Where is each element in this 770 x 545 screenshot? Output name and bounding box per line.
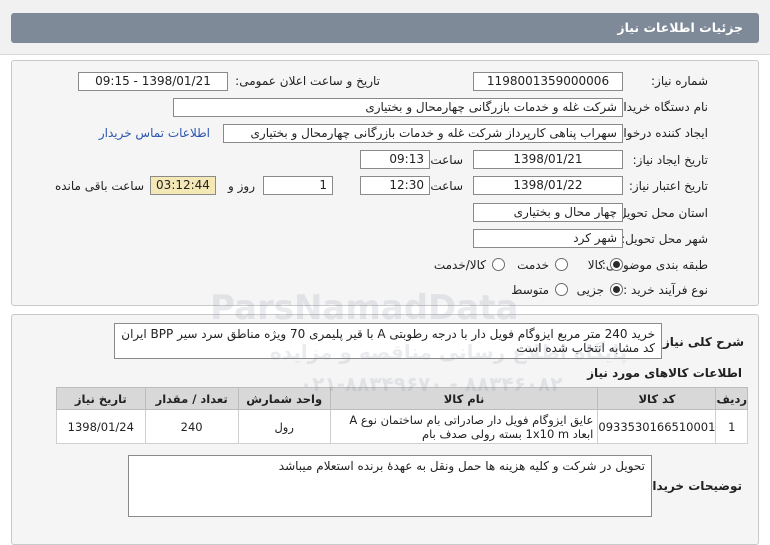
row-number: 1 <box>715 409 748 444</box>
title-bar: جزئیات اطلاعات نیاز <box>11 13 759 43</box>
col-unit: واحد شمارش <box>237 387 331 410</box>
items-table-header: ردیف کد کالا نام کالا واحد شمارش تعداد /… <box>56 387 748 410</box>
remaining-time-field: 03:12:44 <box>150 176 216 195</box>
process-label: نوع فرآیند خرید : <box>623 283 708 297</box>
items-table: ردیف کد کالا نام کالا واحد شمارش تعداد /… <box>56 387 748 444</box>
category-goods-service-label: کالا/خدمت <box>433 258 486 272</box>
province-field: چهار محال و بختیاری <box>473 203 623 222</box>
validity-time-field: 12:30 <box>360 176 430 195</box>
process-medium-label: متوسط <box>511 283 549 297</box>
buyer-field: شرکت غله و خدمات بازرگانی چهارمحال و بخت… <box>173 98 623 117</box>
buyer-notes-text: تحویل در شرکت و کلیه هزینه ها حمل ونقل ب… <box>128 455 652 517</box>
category-service-radio[interactable] <box>555 258 568 271</box>
row-code: 0933530166510001 <box>597 409 717 444</box>
row-name: عایق ایزوگام فویل دار صادراتی بام ساختما… <box>329 409 599 444</box>
validity-time-label: ساعت <box>430 179 463 193</box>
summary-text: خرید 240 متر مربع ایزوگام فویل دار با در… <box>114 323 662 359</box>
page-title: جزئیات اطلاعات نیاز <box>617 20 743 35</box>
created-date-field: 1398/01/21 <box>473 150 623 169</box>
table-row: 1 0933530166510001 عایق ایزوگام فویل دار… <box>56 409 748 444</box>
city-field: شهر کرد <box>473 229 623 248</box>
col-row: ردیف <box>715 387 748 410</box>
category-goods-service-radio[interactable] <box>492 258 505 271</box>
remaining-label: ساعت باقی مانده <box>54 179 144 193</box>
page-header: جزئیات اطلاعات نیاز <box>0 0 770 55</box>
province-label: استان محل تحویل: <box>613 206 708 220</box>
need-details-panel: شماره نیاز: 1198001359000006 تاریخ و ساع… <box>11 60 759 306</box>
created-time-label: ساعت <box>430 153 463 167</box>
items-panel: شرح کلی نیاز: خرید 240 متر مربع ایزوگام … <box>11 314 759 545</box>
category-goods-label: کالا <box>587 258 604 272</box>
buyer-contact-link[interactable]: اطلاعات تماس خریدار <box>99 126 210 140</box>
category-service-label: خدمت <box>517 258 549 272</box>
row-unit: رول <box>237 409 331 444</box>
created-time-field: 09:13 <box>360 150 430 169</box>
remaining-days-field: 1 <box>263 176 333 195</box>
need-number-field: 1198001359000006 <box>473 72 623 91</box>
col-date: تاریخ نیاز <box>56 387 146 410</box>
process-medium-radio[interactable] <box>555 283 568 296</box>
buyer-label: نام دستگاه خریدار: <box>613 100 709 114</box>
buyer-notes-label: توضیحات خریدار: <box>640 479 742 493</box>
validity-date-field: 1398/01/22 <box>473 176 623 195</box>
validity-date-label: تاریخ اعتبار نیاز: <box>628 179 708 193</box>
created-date-label: تاریخ ایجاد نیاز: <box>632 153 708 167</box>
items-title: اطلاعات کالاهای مورد نیاز <box>587 366 742 380</box>
summary-label: شرح کلی نیاز: <box>658 335 744 349</box>
col-code: کد کالا <box>597 387 717 410</box>
announce-label: تاریخ و ساعت اعلان عمومی: <box>235 74 380 88</box>
creator-field: سهراب پناهی کارپرداز شرکت غله و خدمات با… <box>223 124 623 143</box>
category-goods-radio[interactable] <box>610 258 623 271</box>
need-number-label: شماره نیاز: <box>651 74 708 88</box>
announce-datetime-field: 1398/01/21 - 09:15 <box>78 72 228 91</box>
col-qty: تعداد / مقدار <box>144 387 239 410</box>
process-minor-radio[interactable] <box>610 283 623 296</box>
col-name: نام کالا <box>329 387 599 410</box>
row-qty: 240 <box>144 409 239 444</box>
row-date: 1398/01/24 <box>56 409 146 444</box>
city-label: شهر محل تحویل: <box>621 232 708 246</box>
process-minor-label: جزیی <box>576 283 604 297</box>
days-label: روز و <box>228 179 255 193</box>
